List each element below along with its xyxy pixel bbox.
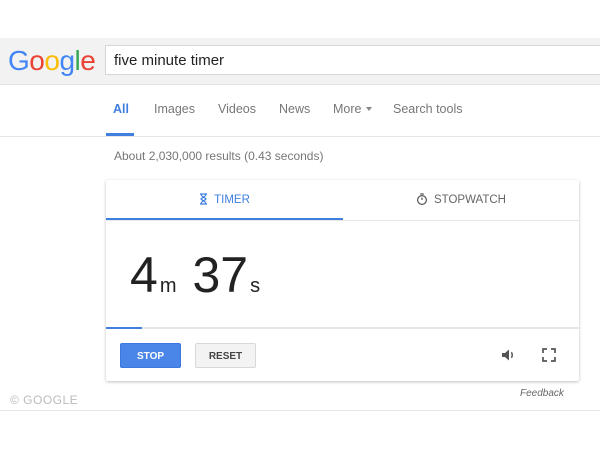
timer-card-tabs: TIMER STOPWATCH (106, 180, 579, 221)
logo-letter: g (59, 45, 75, 76)
google-copyright: © GOOGLE (10, 393, 79, 407)
reset-button[interactable]: RESET (195, 343, 256, 368)
feedback-link[interactable]: Feedback (520, 388, 564, 399)
logo-letter: G (8, 45, 30, 76)
active-tab-indicator (106, 133, 134, 136)
footer-divider (0, 410, 600, 411)
tab-timer-label: TIMER (214, 194, 250, 206)
tab-images[interactable]: Images (154, 102, 195, 116)
caret-down-icon (366, 106, 373, 111)
tab-all[interactable]: All (113, 102, 129, 116)
hourglass-icon (200, 193, 208, 205)
tab-news[interactable]: News (279, 102, 310, 116)
tab-search-tools[interactable]: Search tools (393, 102, 462, 116)
search-box (105, 45, 600, 75)
timer-progress-fill (106, 327, 143, 329)
search-nav: All Images Videos News More Search tools (0, 84, 600, 137)
timer-minutes-unit: m (159, 275, 177, 297)
fullscreen-icon[interactable] (540, 346, 558, 364)
timer-seconds-unit: s (250, 275, 261, 297)
timer-minutes: 4 (130, 247, 158, 303)
tab-more-label: More (333, 102, 362, 116)
speaker-icon[interactable] (500, 346, 518, 364)
tab-divider (106, 220, 579, 221)
timer-seconds: 37 (192, 247, 249, 303)
timer-display: 4 m 37 s (130, 246, 260, 304)
tab-stopwatch[interactable]: STOPWATCH (343, 180, 579, 220)
results-stats: About 2,030,000 results (0.43 seconds) (114, 149, 324, 163)
google-logo[interactable]: G o o g l e (8, 45, 96, 76)
tab-videos[interactable]: Videos (218, 102, 256, 116)
timer-card: TIMER STOPWATCH 4 m 37 s STOP RESET (106, 180, 579, 381)
stopwatch-icon (416, 193, 428, 205)
stop-button[interactable]: STOP (120, 343, 181, 368)
search-input[interactable] (106, 46, 600, 74)
tab-more[interactable]: More (333, 102, 373, 116)
timer-progress-track (106, 327, 579, 329)
logo-letter: e (80, 45, 96, 76)
tab-timer[interactable]: TIMER (106, 180, 343, 220)
search-header: G o o g l e (0, 38, 600, 85)
logo-letter: o (29, 45, 45, 76)
logo-letter: o (44, 45, 60, 76)
tab-stopwatch-label: STOPWATCH (434, 194, 506, 206)
